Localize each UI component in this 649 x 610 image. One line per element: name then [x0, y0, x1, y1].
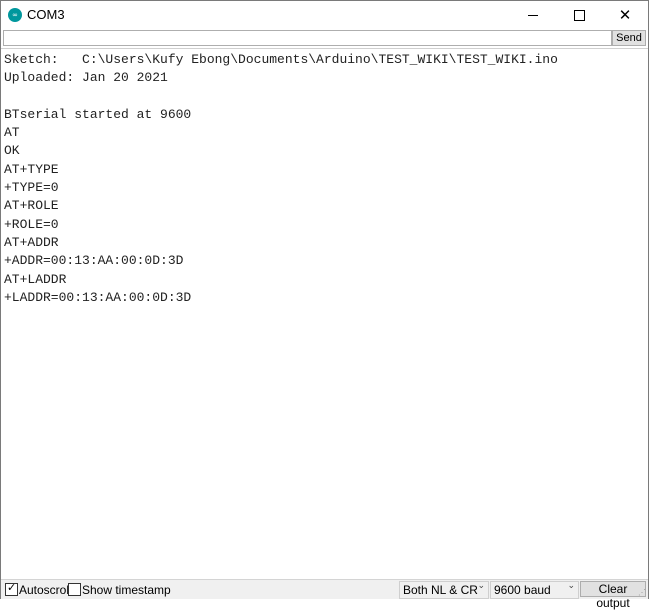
- arduino-icon: ∞: [8, 8, 22, 22]
- autoscroll-label[interactable]: Autoscroll: [19, 583, 72, 597]
- title-bar: ∞ COM3 ✕: [1, 1, 648, 29]
- output-line: BTserial started at 9600: [4, 106, 192, 122]
- serial-monitor-window: ∞ COM3 ✕ Send Sketch: C:\Users\Kufy Ebon…: [0, 0, 649, 610]
- output-line: AT+TYPE: [4, 161, 59, 177]
- resize-grip-icon[interactable]: ⋰: [638, 589, 647, 598]
- output-line: AT: [4, 125, 20, 141]
- baud-rate-value: 9600 baud: [494, 583, 551, 597]
- output-line: Uploaded: Jan 20 2021: [4, 70, 168, 86]
- minimize-button[interactable]: [510, 1, 556, 29]
- output-line: +TYPE=0: [4, 180, 59, 196]
- output-line: AT+ADDR: [4, 234, 59, 250]
- output-line: +LADDR=00:13:AA:00:0D:3D: [4, 289, 192, 305]
- window-title: COM3: [27, 7, 65, 22]
- chevron-down-icon: ⌄: [567, 581, 575, 591]
- output-line: OK: [4, 143, 20, 159]
- output-line: +ADDR=00:13:AA:00:0D:3D: [4, 253, 184, 269]
- status-bar: ✓ Autoscroll Show timestamp Both NL & CR…: [1, 579, 648, 610]
- output-line: AT+LADDR: [4, 271, 67, 287]
- serial-input[interactable]: [3, 30, 612, 46]
- maximize-icon: [573, 9, 585, 21]
- line-ending-select[interactable]: Both NL & CR ⌄: [399, 581, 489, 599]
- maximize-button[interactable]: [556, 1, 602, 29]
- output-line: AT+ROLE: [4, 198, 59, 214]
- output-line: Sketch: C:\Users\Kufy Ebong\Documents\Ar…: [4, 52, 558, 67]
- chevron-down-icon: ⌄: [477, 581, 485, 591]
- autoscroll-checkbox[interactable]: ✓: [5, 581, 18, 596]
- baud-rate-select[interactable]: 9600 baud ⌄: [490, 581, 579, 599]
- line-ending-value: Both NL & CR: [403, 583, 478, 597]
- show-timestamp-checkbox[interactable]: [68, 583, 81, 596]
- serial-output[interactable]: Sketch: C:\Users\Kufy Ebong\Documents\Ar…: [1, 48, 648, 579]
- output-lines: Sketch: C:\Users\Kufy Ebong\Documents\Ar…: [4, 51, 558, 307]
- send-row: Send: [1, 29, 648, 47]
- output-line: +ROLE=0: [4, 216, 59, 232]
- checkmark-icon: ✓: [7, 581, 17, 594]
- close-icon: ✕: [618, 5, 632, 24]
- clear-output-button[interactable]: Clear output: [580, 581, 646, 610]
- minimize-icon: [528, 14, 538, 16]
- send-button[interactable]: Send: [612, 30, 646, 46]
- close-button[interactable]: ✕: [602, 1, 648, 29]
- show-timestamp-label[interactable]: Show timestamp: [82, 583, 171, 597]
